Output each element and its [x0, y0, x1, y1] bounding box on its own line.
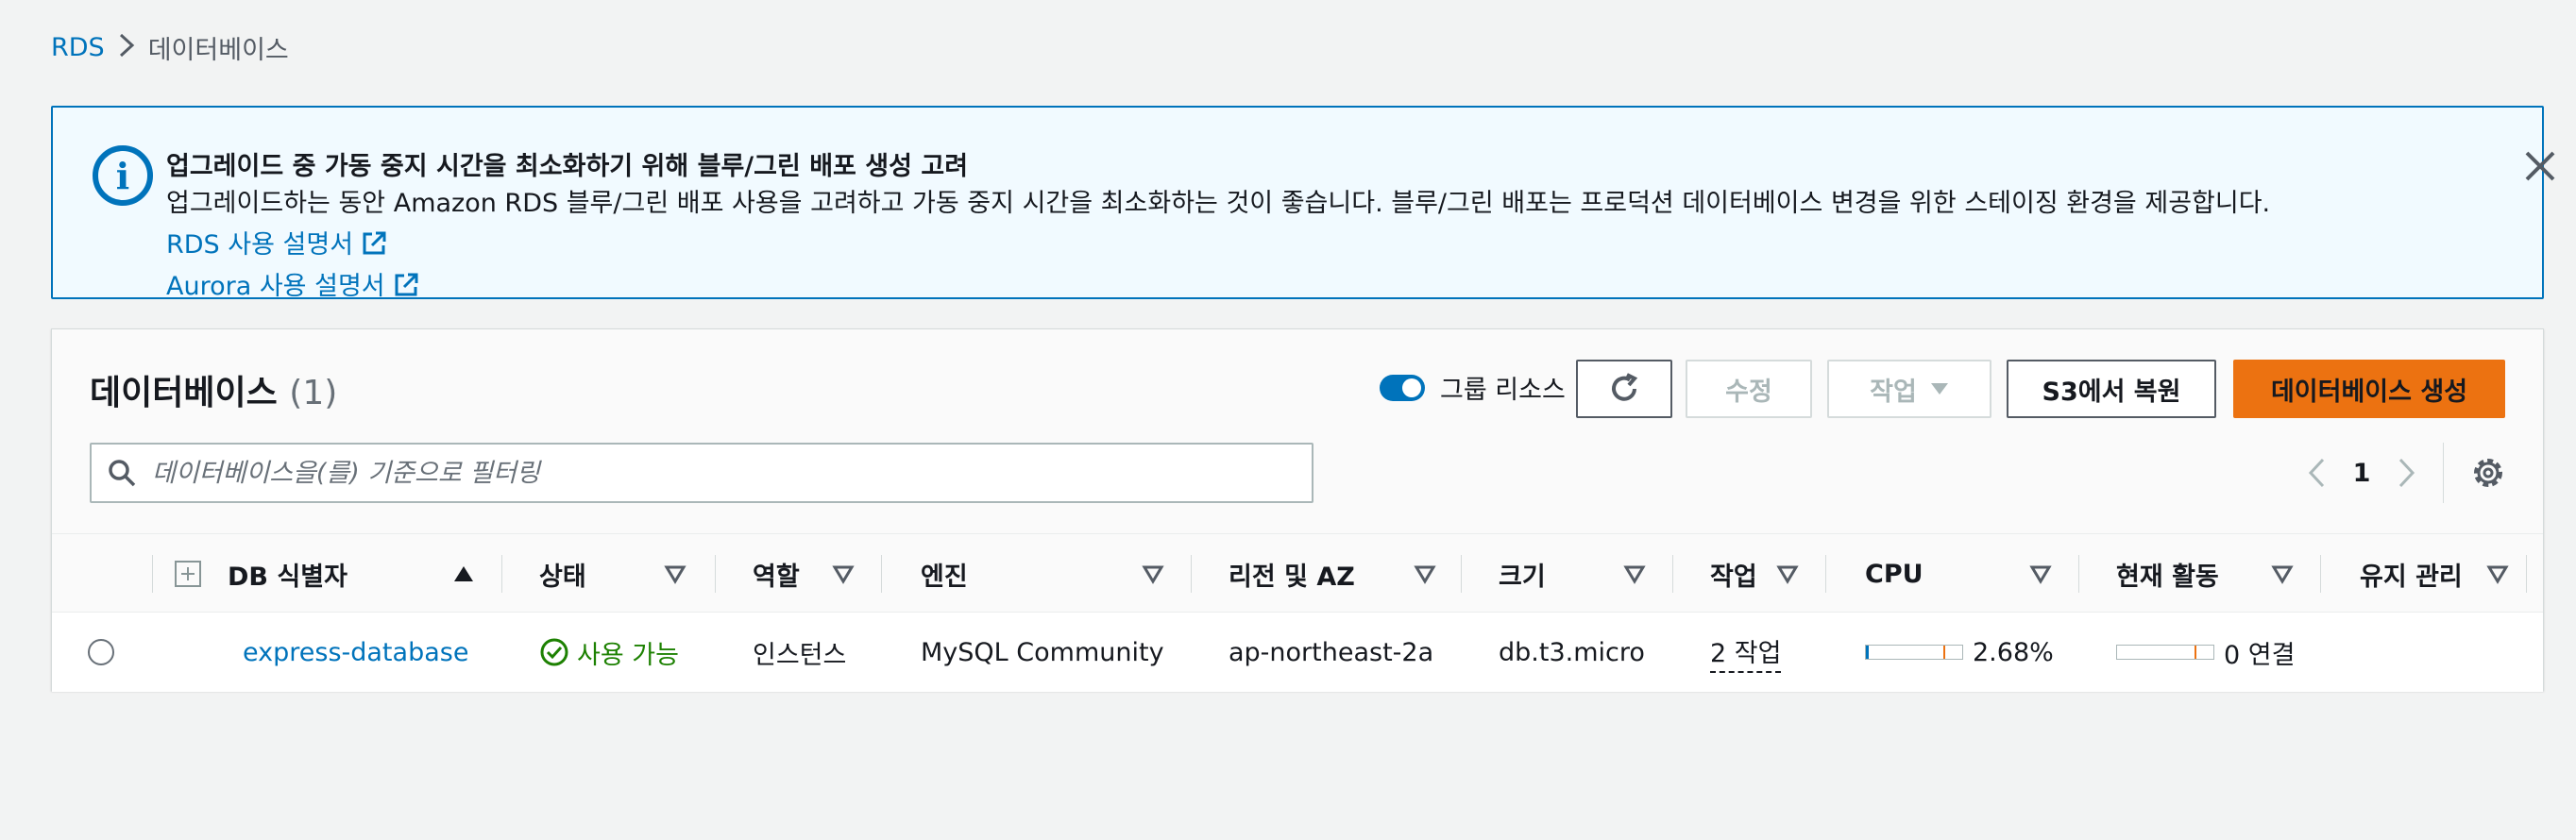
sort-icon[interactable]	[2271, 563, 2294, 585]
column-header-maintenance[interactable]: 유지 관리	[2360, 534, 2463, 613]
column-divider	[2320, 555, 2321, 593]
close-icon[interactable]	[2519, 145, 2561, 187]
column-divider	[1825, 555, 1826, 593]
role-cell: 인스턴스	[753, 640, 847, 670]
cpu-meter-fill	[1866, 646, 1869, 659]
expand-all-icon[interactable]	[175, 561, 201, 587]
cpu-meter	[1865, 645, 1963, 660]
activity-meter	[2116, 645, 2214, 660]
caret-down-icon	[1930, 383, 1948, 395]
panel-title-text: 데이터베이스	[90, 374, 278, 412]
create-database-button[interactable]: 데이터베이스 생성	[2233, 360, 2505, 418]
column-divider	[881, 555, 882, 593]
sort-icon[interactable]	[2029, 563, 2052, 585]
external-link-icon	[363, 231, 386, 255]
sort-ascending-icon[interactable]	[452, 563, 475, 585]
banner-title: 업그레이드 중 가동 중지 시간을 최소화하기 위해 블루/그린 배포 생성 고…	[166, 152, 969, 181]
external-link-icon	[395, 273, 418, 296]
cpu-value: 2.68%	[1973, 637, 2054, 667]
pending-actions-link[interactable]: 2 작업	[1710, 632, 1782, 673]
previous-page-button[interactable]	[2290, 448, 2343, 497]
check-circle-icon	[540, 638, 568, 666]
sort-icon[interactable]	[2486, 563, 2509, 585]
page-number[interactable]: 1	[2343, 459, 2381, 488]
row-select-radio[interactable]	[88, 639, 114, 665]
breadcrumb-current: 데이터베이스	[147, 35, 289, 65]
search-field	[90, 443, 1313, 503]
column-header-engine[interactable]: 엔진	[921, 534, 968, 613]
size-cell: db.t3.micro	[1499, 637, 1645, 667]
gear-icon[interactable]	[2467, 452, 2509, 494]
table-header: DB 식별자 상태 역할 엔진 리전 및 AZ 크기 작업 CPU 현재 활동 …	[52, 533, 2543, 613]
sort-icon[interactable]	[832, 563, 855, 585]
panel-title: 데이터베이스 (1)	[90, 365, 337, 414]
column-header-activity[interactable]: 현재 활동	[2116, 534, 2219, 613]
column-header-identifier[interactable]: DB 식별자	[228, 534, 347, 613]
info-icon: i	[93, 145, 153, 206]
modify-button[interactable]: 수정	[1686, 360, 1812, 418]
panel-count: (1)	[289, 374, 338, 412]
sort-icon[interactable]	[1414, 563, 1436, 585]
breadcrumb-rds-link[interactable]: RDS	[51, 33, 105, 62]
banner-description: 업그레이드하는 동안 Amazon RDS 블루/그린 배포 사용을 고려하고 …	[166, 189, 2271, 218]
actions-cell: 2 작업	[1710, 613, 1782, 692]
column-header-actions[interactable]: 작업	[1710, 534, 1757, 613]
cpu-meter-threshold	[1943, 646, 1945, 659]
divider	[2443, 443, 2444, 503]
activity-value: 0 연결	[2224, 640, 2296, 670]
refresh-icon	[1612, 373, 1638, 401]
region-cell: ap-northeast-2a	[1229, 637, 1434, 667]
refresh-button[interactable]	[1576, 360, 1672, 418]
group-resources-label: 그룹 리소스	[1440, 376, 1566, 405]
column-header-size[interactable]: 크기	[1499, 534, 1546, 613]
panel-header: 데이터베이스 (1) 그룹 리소스 수정 작업 S3에서 복원 데이터베이스 생…	[52, 329, 2543, 533]
column-divider	[501, 555, 502, 593]
sort-icon[interactable]	[1142, 563, 1164, 585]
table-row: express-database 사용 가능 인스턴스 MySQL Commun…	[52, 613, 2543, 692]
info-banner: i 업그레이드 중 가동 중지 시간을 최소화하기 위해 블루/그린 배포 생성…	[51, 106, 2555, 301]
chevron-right-icon	[118, 32, 135, 62]
search-input[interactable]	[152, 458, 1285, 488]
aurora-user-guide-link[interactable]: Aurora 사용 설명서	[166, 272, 419, 301]
column-divider	[715, 555, 716, 593]
column-divider	[1672, 555, 1673, 593]
column-divider	[2078, 555, 2079, 593]
rds-user-guide-link[interactable]: RDS 사용 설명서	[166, 230, 387, 260]
column-divider	[1191, 555, 1192, 593]
chevron-left-icon	[2308, 458, 2325, 488]
cpu-cell: 2.68%	[1865, 613, 2054, 692]
databases-panel: 데이터베이스 (1) 그룹 리소스 수정 작업 S3에서 복원 데이터베이스 생…	[51, 328, 2544, 692]
search-icon	[109, 460, 136, 487]
column-divider	[2526, 555, 2527, 593]
column-header-status[interactable]: 상태	[539, 534, 586, 613]
banner-body: 업그레이드하는 동안 Amazon RDS 블루/그린 배포 사용을 고려하고 …	[166, 183, 2470, 308]
group-resources-toggle[interactable]	[1380, 374, 1425, 401]
activity-cell: 0 연결	[2116, 613, 2295, 692]
chevron-right-icon	[2398, 458, 2415, 488]
engine-cell: MySQL Community	[921, 637, 1164, 667]
sort-icon[interactable]	[664, 563, 686, 585]
column-header-region[interactable]: 리전 및 AZ	[1229, 534, 1355, 613]
column-divider	[152, 555, 153, 593]
next-page-button[interactable]	[2381, 448, 2433, 497]
actions-dropdown-button[interactable]: 작업	[1827, 360, 1991, 418]
status-text: 사용 가능	[577, 640, 679, 670]
sort-icon[interactable]	[1776, 563, 1799, 585]
rds-user-guide-label: RDS 사용 설명서	[166, 230, 354, 260]
breadcrumb: RDS 데이터베이스	[51, 28, 289, 66]
sort-icon[interactable]	[1623, 563, 1646, 585]
aurora-user-guide-label: Aurora 사용 설명서	[166, 272, 385, 301]
activity-meter-threshold	[2195, 646, 2196, 659]
actions-label: 작업	[1870, 377, 1917, 407]
column-header-cpu[interactable]: CPU	[1865, 534, 1924, 613]
restore-from-s3-button[interactable]: S3에서 복원	[2007, 360, 2216, 418]
status-cell: 사용 가능	[539, 613, 679, 692]
db-identifier-link[interactable]: express-database	[243, 613, 468, 692]
group-resources-toggle-wrap: 그룹 리소스	[1380, 369, 1566, 406]
column-header-role[interactable]: 역할	[753, 534, 800, 613]
column-divider	[1461, 555, 1462, 593]
pagination: 1	[2290, 448, 2433, 497]
